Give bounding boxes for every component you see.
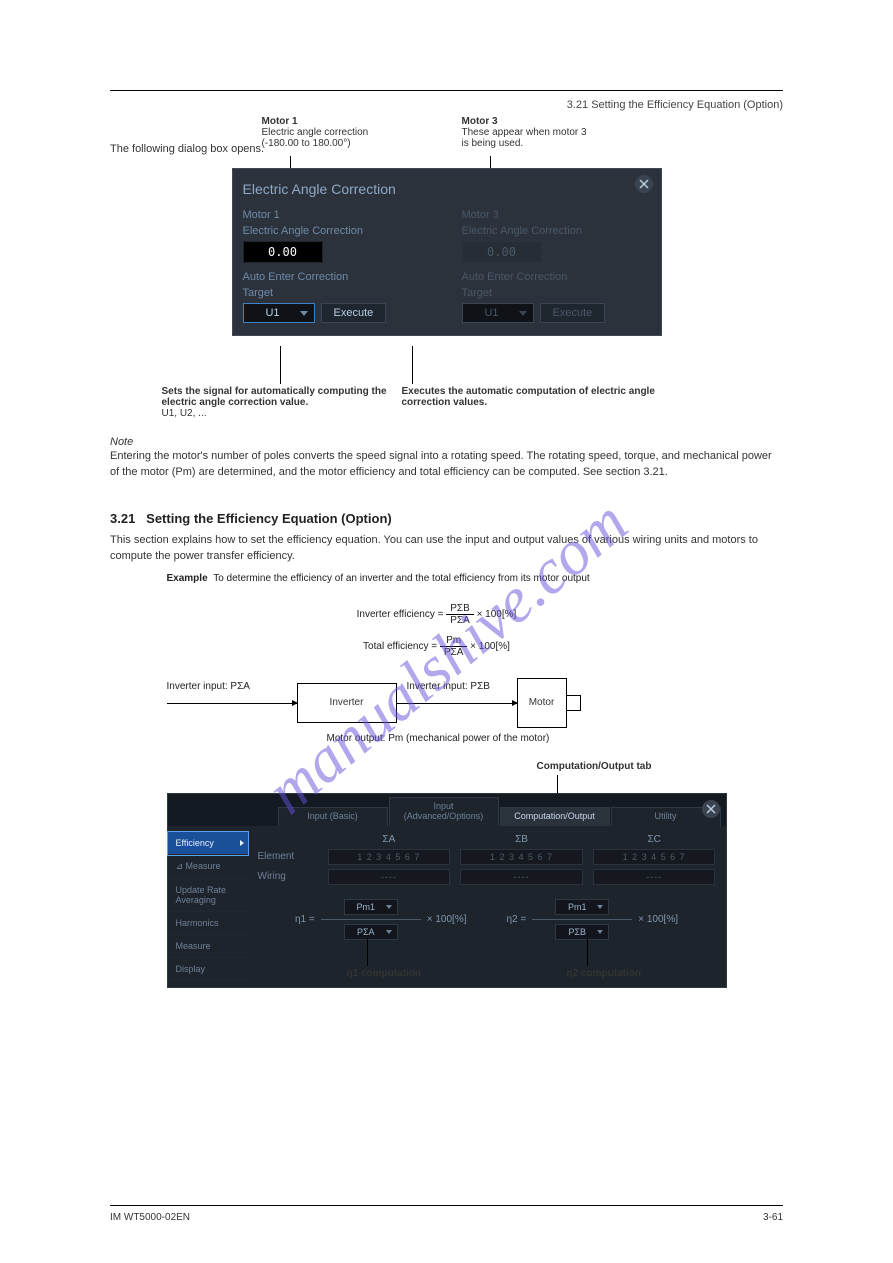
- motor1-auto1: Auto Enter Correction: [243, 271, 432, 283]
- settings-dialog: Input (Basic) Input (Advanced/Options) C…: [167, 793, 727, 988]
- motor3-auto1: Auto Enter Correction: [462, 271, 651, 283]
- motor3-target-select: U1: [462, 303, 534, 323]
- motor1-target-select[interactable]: U1: [243, 303, 315, 323]
- note-body: Entering the motor's number of poles con…: [110, 448, 783, 481]
- inverter-box: Inverter: [297, 683, 397, 723]
- motor3-correction-value: 0.00: [462, 241, 542, 263]
- wiring-a: ----: [328, 869, 451, 885]
- tab-input-basic[interactable]: Input (Basic): [278, 807, 388, 826]
- efficiency-diagram: Example To determine the efficiency of a…: [167, 573, 727, 763]
- motor1-name: Motor 1: [243, 209, 432, 221]
- callout-motor1-title: Motor 1: [262, 116, 369, 127]
- motor-box: Motor: [517, 678, 567, 728]
- sidebar-item-efficiency[interactable]: Efficiency: [168, 832, 248, 855]
- col-sigma-c: ΣC: [593, 834, 716, 845]
- eta2-numerator-select[interactable]: Pm1: [555, 899, 609, 915]
- sidebar-item-display[interactable]: Display: [168, 958, 248, 981]
- element-a: 1 2 3 4 5 6 7: [328, 849, 451, 865]
- motor3-auto2: Target: [462, 287, 651, 299]
- element-b: 1 2 3 4 5 6 7: [460, 849, 583, 865]
- callout-motor3-note: is being used.: [462, 138, 587, 149]
- note-heading: Note: [110, 436, 783, 448]
- intro-line: The following dialog box opens.: [110, 141, 783, 158]
- callout-auto-signal-opts: U1, U2, ...: [162, 408, 392, 419]
- running-header: 3.21 Setting the Efficiency Equation (Op…: [110, 99, 783, 111]
- close-icon[interactable]: [635, 175, 653, 193]
- eta2-lhs: η2 =: [507, 914, 527, 925]
- callout-motor1-sub: Electric angle correction: [262, 127, 369, 138]
- wiring-c: ----: [593, 869, 716, 885]
- footer-right: 3-61: [763, 1212, 783, 1223]
- sidebar-item-harmonics[interactable]: Harmonics: [168, 912, 248, 935]
- col-sigma-b: ΣB: [460, 834, 583, 845]
- callout-eta1: η1 computation: [347, 968, 421, 979]
- row-element-label: Element: [258, 851, 318, 862]
- callout-motor3-title: Motor 3: [462, 116, 587, 127]
- sidebar-item-measure[interactable]: Measure: [168, 935, 248, 958]
- element-c: 1 2 3 4 5 6 7: [593, 849, 716, 865]
- motor1-correction-value[interactable]: 0.00: [243, 241, 323, 263]
- section-title: Setting the Efficiency Equation (Option): [146, 511, 392, 526]
- motor3-correction-label: Electric Angle Correction: [462, 225, 651, 237]
- callout-comp-output: Computation/Output tab: [537, 761, 652, 772]
- callout-motor3-sub: These appear when motor 3: [462, 127, 587, 138]
- motor3-name: Motor 3: [462, 209, 651, 221]
- eta1-numerator-select[interactable]: Pm1: [344, 899, 398, 915]
- eta1-lhs: η1 =: [295, 914, 315, 925]
- callout-motor1-note: (-180.00 to 180.00°): [262, 138, 369, 149]
- tab-input-advanced[interactable]: Input (Advanced/Options): [389, 797, 499, 826]
- eta2-denominator-select[interactable]: PΣB: [555, 924, 609, 940]
- sidebar-item-update-rate[interactable]: Update Rate Averaging: [168, 879, 248, 912]
- motor1-correction-label: Electric Angle Correction: [243, 225, 432, 237]
- eta1-tail: × 100[%]: [427, 914, 467, 925]
- eta2-tail: × 100[%]: [638, 914, 678, 925]
- dialog1-title: Electric Angle Correction: [243, 177, 651, 205]
- section-number: 3.21: [110, 511, 135, 526]
- close-icon[interactable]: [702, 800, 720, 818]
- footer-left: IM WT5000-02EN: [110, 1212, 190, 1223]
- tab-computation-output[interactable]: Computation/Output: [500, 807, 610, 826]
- sidebar-item-delta-measure[interactable]: ⊿ Measure: [168, 855, 248, 879]
- motor3-execute-button: Execute: [540, 303, 606, 323]
- eta1-denominator-select[interactable]: PΣA: [344, 924, 398, 940]
- col-sigma-a: ΣA: [328, 834, 451, 845]
- wiring-b: ----: [460, 869, 583, 885]
- callout-eta2: η2 computation: [567, 968, 641, 979]
- motor1-auto2: Target: [243, 287, 432, 299]
- section-intro: This section explains how to set the eff…: [110, 532, 783, 565]
- row-wiring-label: Wiring: [258, 871, 318, 882]
- callout-auto-exec: Executes the automatic computation of el…: [402, 386, 662, 408]
- callout-auto-signal: Sets the signal for automatically comput…: [162, 386, 392, 408]
- motor1-execute-button[interactable]: Execute: [321, 303, 387, 323]
